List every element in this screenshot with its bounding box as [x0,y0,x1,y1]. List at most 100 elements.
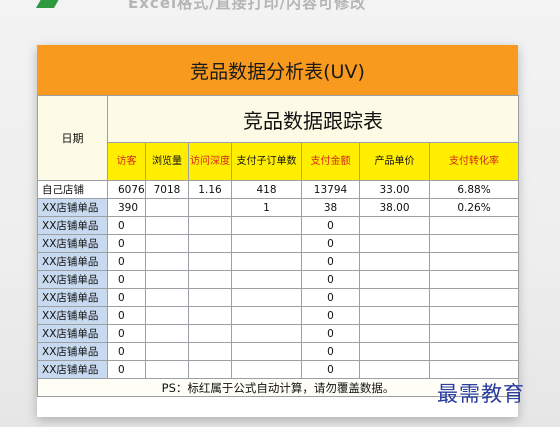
excel-logo-icon [35,0,63,8]
table-cell[interactable] [145,324,189,343]
table-cell[interactable] [428,342,520,361]
table-row: 自己店铺 6076 7018 1.16 418 13794 33.00 6.88% [37,180,520,199]
table-cell[interactable]: 0 [107,216,146,235]
table-cell[interactable]: 0 [107,360,146,379]
table-cell[interactable] [231,360,302,379]
table-cell[interactable] [359,252,430,271]
table-cell[interactable] [428,216,520,235]
table-cell[interactable]: 33.00 [359,180,430,199]
table-cell[interactable] [145,360,189,379]
table-cell[interactable] [428,360,520,379]
table-cell[interactable]: 13794 [301,180,360,199]
col-header-payment-amount: 支付金额 [301,142,360,181]
table-cell[interactable]: 0 [301,306,360,325]
table-cell[interactable] [428,252,520,271]
table-cell[interactable] [231,270,302,289]
table-cell[interactable] [428,306,520,325]
table-cell[interactable] [231,252,302,271]
table-cell[interactable]: 0 [301,342,360,361]
table-cell[interactable] [359,234,430,253]
table-cell[interactable]: 0.26% [428,198,520,217]
table-cell[interactable] [145,198,189,217]
table-cell[interactable] [359,342,430,361]
table-cell[interactable] [145,216,189,235]
table-cell[interactable] [188,252,232,271]
table-cell[interactable] [428,288,520,307]
table-cell[interactable]: 0 [107,324,146,343]
table-cell[interactable] [145,234,189,253]
table-cell[interactable] [359,270,430,289]
table-cell[interactable]: 0 [301,252,360,271]
table-cell[interactable]: 0 [107,252,146,271]
table-cell[interactable]: 38.00 [359,198,430,217]
table-cell[interactable] [359,216,430,235]
table-cell[interactable]: 0 [107,234,146,253]
table-row: XX店铺单品 0 0 [37,234,520,253]
table-cell[interactable] [231,306,302,325]
table-cell[interactable]: 6076 [107,180,146,199]
table-cell[interactable] [359,306,430,325]
row-label[interactable]: XX店铺单品 [37,306,108,325]
table-cell[interactable] [188,342,232,361]
table-cell[interactable]: 0 [301,324,360,343]
table-cell[interactable] [188,306,232,325]
row-label[interactable]: XX店铺单品 [37,198,108,217]
table-row: XX店铺单品 0 0 [37,252,520,271]
row-label[interactable]: XX店铺单品 [37,252,108,271]
table-cell[interactable]: 7018 [145,180,189,199]
table-subtitle: 竞品数据跟踪表 [106,95,520,143]
table-cell[interactable]: 0 [107,306,146,325]
table-cell[interactable] [145,252,189,271]
table-cell[interactable] [428,270,520,289]
table-cell[interactable]: 0 [301,234,360,253]
row-label[interactable]: XX店铺单品 [37,360,108,379]
table-cell[interactable] [428,234,520,253]
table-cell[interactable]: 0 [107,270,146,289]
table-cell[interactable] [231,324,302,343]
table-cell[interactable] [231,288,302,307]
table-cell[interactable]: 0 [301,288,360,307]
row-label[interactable]: XX店铺单品 [37,288,108,307]
table-cell[interactable]: 0 [301,270,360,289]
table-cell[interactable]: 418 [231,180,302,199]
table-cell[interactable] [145,288,189,307]
table-cell[interactable]: 0 [107,342,146,361]
table-cell[interactable] [145,306,189,325]
table-cell[interactable] [359,360,430,379]
table-cell[interactable]: 6.88% [428,180,520,199]
table-cell[interactable] [359,288,430,307]
table-cell[interactable] [231,342,302,361]
table-cell[interactable]: 0 [107,288,146,307]
table-cell[interactable] [188,288,232,307]
table-cell[interactable] [188,324,232,343]
sheet-title: 竞品数据分析表(UV) [37,45,518,95]
table-cell[interactable]: 390 [107,198,146,217]
table-cell[interactable] [231,234,302,253]
row-label[interactable]: XX店铺单品 [37,216,108,235]
table-cell[interactable]: 38 [301,198,360,217]
table-cell[interactable]: 0 [301,360,360,379]
table-cell[interactable] [145,270,189,289]
table-cell[interactable] [188,270,232,289]
row-label[interactable]: XX店铺单品 [37,270,108,289]
row-label[interactable]: 自己店铺 [37,180,108,199]
table-cell[interactable] [145,342,189,361]
table-row: XX店铺单品 390 1 38 38.00 0.26% [37,198,520,217]
top-caption: Excel格式/直接打印/内容可修改 [128,0,367,10]
table-row: XX店铺单品 0 0 [37,216,520,235]
table-cell[interactable]: 1.16 [188,180,232,199]
row-label[interactable]: XX店铺单品 [37,324,108,343]
row-label[interactable]: XX店铺单品 [37,234,108,253]
table-row: XX店铺单品 0 0 [37,360,520,379]
table-cell[interactable]: 1 [231,198,302,217]
table-cell[interactable] [188,198,232,217]
table-cell[interactable] [188,360,232,379]
table-cell[interactable] [231,216,302,235]
table-cell[interactable]: 0 [301,216,360,235]
table-cell[interactable] [428,324,520,343]
table-cell[interactable] [188,216,232,235]
table-cell[interactable] [359,324,430,343]
row-label[interactable]: XX店铺单品 [37,342,108,361]
data-table: 日期 竞品数据跟踪表 访客 浏览量 访问深度 支付子订单数 支付金额 产品单价 … [36,95,520,397]
table-cell[interactable] [188,234,232,253]
